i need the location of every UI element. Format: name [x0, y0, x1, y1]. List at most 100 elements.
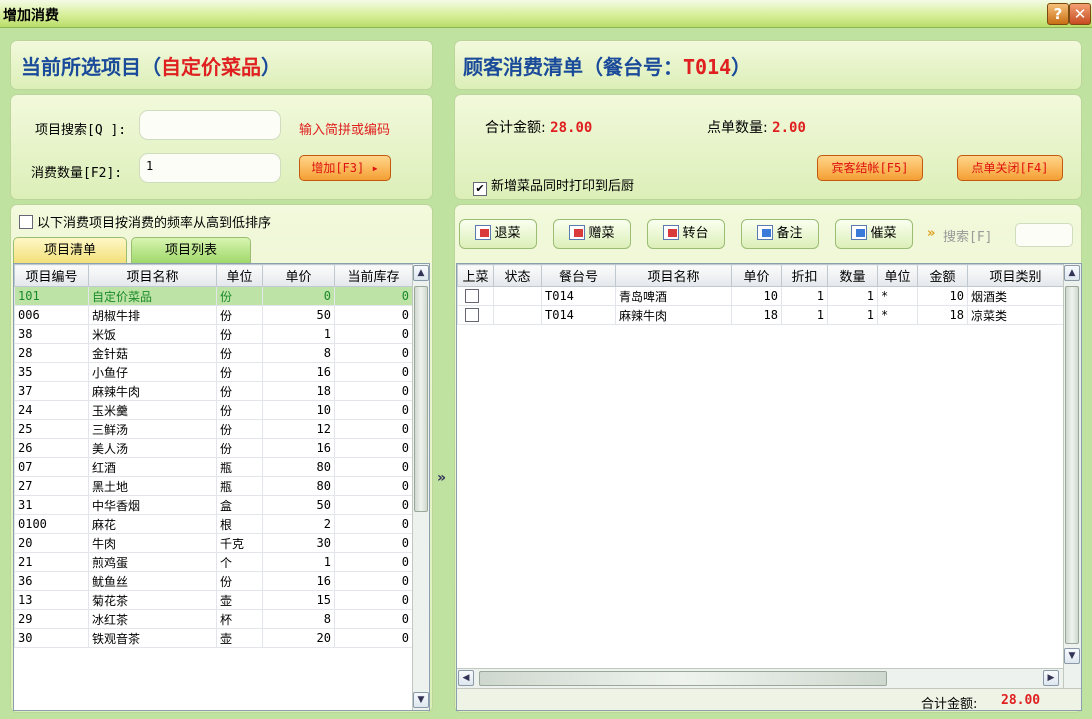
print-option[interactable]: ✔ 新增菜品同时打印到后厨 [473, 175, 634, 196]
table-cell: 份 [216, 400, 263, 420]
table-row[interactable]: 0100 麻花根 2 0 [14, 514, 413, 534]
table-cell: 1 [781, 305, 828, 325]
order-col-header[interactable]: 折扣 [781, 264, 828, 287]
order-col-header[interactable]: 项目类别 [967, 264, 1064, 287]
table-cell: 1 [781, 286, 828, 306]
checkout-button[interactable]: 宾客结帐[F5] [817, 155, 923, 181]
table-cell: 烟酒类 [967, 286, 1064, 306]
order-col-header[interactable]: 上菜 [457, 264, 494, 287]
scroll-up-icon[interactable]: ▲ [413, 265, 429, 281]
add-button[interactable]: 增加[F3] ▸ [299, 155, 391, 181]
note-button[interactable]: 备注 [741, 219, 819, 249]
table-cell: 27 [14, 476, 89, 496]
order-col-header[interactable]: 餐台号 [541, 264, 616, 287]
table-cell: 101 [14, 286, 89, 306]
search-label: 项目搜索[Q ]: [35, 123, 127, 138]
item-col-header[interactable]: 单位 [216, 264, 263, 287]
order-col-header[interactable]: 数量 [827, 264, 878, 287]
table-row[interactable]: 101 自定价菜品份 0 0 [14, 286, 413, 306]
qty-input[interactable]: 1 [139, 153, 281, 183]
tab-item-list[interactable]: 项目清单 [13, 237, 127, 263]
table-row[interactable]: 13 菊花茶壶 15 0 [14, 590, 413, 610]
transfer-table-button[interactable]: 转台 [647, 219, 725, 249]
table-cell: 千克 [216, 533, 263, 553]
sort-option[interactable]: 以下消费项目按消费的频率从高到低排序 [19, 212, 271, 231]
table-cell: 麻花 [88, 514, 217, 534]
urge-dish-button[interactable]: 催菜 [835, 219, 913, 249]
table-row[interactable]: 24 玉米羹份 10 0 [14, 400, 413, 420]
order-col-header[interactable]: 状态 [493, 264, 542, 287]
table-row[interactable]: 26 美人汤份 16 0 [14, 438, 413, 458]
tab-item-table[interactable]: 项目列表 [131, 237, 251, 263]
return-dish-button[interactable]: 退菜 [459, 219, 537, 249]
transfer-icon [663, 225, 680, 240]
table-row[interactable]: 36 鱿鱼丝份 16 0 [14, 571, 413, 591]
item-col-header[interactable]: 单价 [262, 264, 335, 287]
table-cell: 10 [262, 400, 335, 420]
order-col-header[interactable]: 单价 [731, 264, 782, 287]
current-item-title: 当前所选项目（自定价菜品） [21, 55, 281, 79]
table-row[interactable]: 38 米饭份 1 0 [14, 324, 413, 344]
table-cell: 18 [917, 305, 968, 325]
item-col-header[interactable]: 项目名称 [88, 264, 217, 287]
table-cell: 0 [334, 628, 413, 648]
table-cell: 50 [262, 495, 335, 515]
order-scroll-thumb[interactable] [1065, 286, 1079, 644]
table-cell: 份 [216, 419, 263, 439]
table-row[interactable]: 31 中华香烟盒 50 0 [14, 495, 413, 515]
search-hint: 输入简拼或编码 [299, 123, 391, 138]
order-col-header[interactable]: 项目名称 [615, 264, 732, 287]
order-search-input[interactable] [1015, 223, 1073, 247]
close-order-button[interactable]: 点单关闭[F4] [957, 155, 1063, 181]
table-row[interactable]: 35 小鱼仔份 16 0 [14, 362, 413, 382]
order-scroll-right-icon[interactable]: ▶ [1043, 670, 1059, 686]
order-hscroll-thumb[interactable] [479, 671, 887, 686]
served-checkbox[interactable] [465, 307, 479, 322]
order-grid-vscrollbar[interactable]: ▲ ▼ [1063, 264, 1081, 688]
table-row[interactable]: 006 胡椒牛排份 50 0 [14, 305, 413, 325]
scroll-down-icon[interactable]: ▼ [413, 692, 429, 708]
sort-checkbox[interactable] [19, 215, 33, 229]
item-col-header[interactable]: 当前库存 [334, 264, 413, 287]
order-scroll-up-icon[interactable]: ▲ [1064, 265, 1080, 281]
close-icon[interactable]: ✕ [1069, 3, 1091, 25]
table-cell: 份 [216, 343, 263, 363]
table-row[interactable]: 25 三鲜汤份 12 0 [14, 419, 413, 439]
table-row[interactable]: T014 麻辣牛肉 18 1 1 * 18 凉菜类 [457, 305, 1064, 325]
order-scroll-down-icon[interactable]: ▼ [1064, 648, 1080, 664]
order-col-header[interactable]: 金额 [917, 264, 968, 287]
table-cell: 006 [14, 305, 89, 325]
scroll-thumb[interactable] [414, 286, 428, 512]
item-grid-scrollbar[interactable]: ▲ ▼ [412, 264, 429, 710]
table-row[interactable]: 30 铁观音茶壶 20 0 [14, 628, 413, 648]
search-input[interactable] [139, 110, 281, 140]
table-cell: 38 [14, 324, 89, 344]
table-row[interactable]: 21 煎鸡蛋个 1 0 [14, 552, 413, 572]
table-row[interactable]: 27 黑土地瓶 80 0 [14, 476, 413, 496]
item-table: 项目编号 项目名称 单位 单价 当前库存 101 自定价菜品份 0 0 006 胡椒牛排份 50 0 3… [14, 264, 413, 648]
order-scroll-left-icon[interactable]: ◀ [458, 670, 474, 686]
gift-dish-button[interactable]: 赠菜 [553, 219, 631, 249]
table-cell: 20 [14, 533, 89, 553]
table-row[interactable]: 29 冰红茶杯 8 0 [14, 609, 413, 629]
table-cell: 26 [14, 438, 89, 458]
table-row[interactable]: 28 金针菇份 8 0 [14, 343, 413, 363]
order-grid-hscrollbar[interactable]: ◀ ▶ [457, 668, 1063, 688]
table-cell: 0 [334, 476, 413, 496]
table-row[interactable]: 07 红酒瓶 80 0 [14, 457, 413, 477]
table-cell: 1 [827, 305, 878, 325]
served-checkbox[interactable] [465, 288, 479, 303]
table-row[interactable]: 37 麻辣牛肉份 18 0 [14, 381, 413, 401]
print-checkbox[interactable]: ✔ [473, 182, 487, 196]
order-header: 顾客消费清单（餐台号：T014） [454, 40, 1082, 90]
order-col-header[interactable]: 单位 [877, 264, 918, 287]
table-cell: T014 [541, 286, 616, 306]
expand-icon[interactable]: » [437, 470, 446, 486]
table-cell: 21 [14, 552, 89, 572]
table-row[interactable]: 20 牛肉 千克 30 0 [14, 533, 413, 553]
table-row[interactable]: T014 青岛啤酒 10 1 1 * 10 烟酒类 [457, 286, 1064, 306]
table-cell: 份 [216, 571, 263, 591]
table-cell: 菊花茶 [88, 590, 217, 610]
help-icon[interactable]: ? [1047, 3, 1069, 25]
item-col-header[interactable]: 项目编号 [14, 264, 89, 287]
